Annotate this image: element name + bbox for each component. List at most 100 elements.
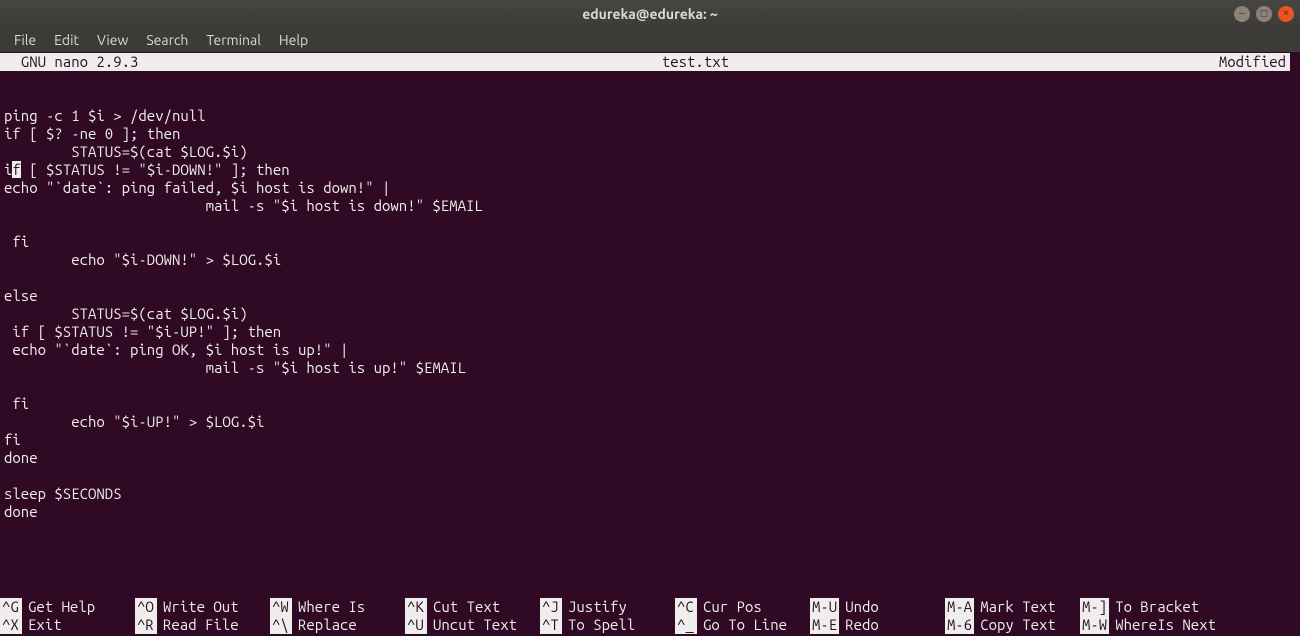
window-title: edureka@edureka: ~: [8, 5, 1292, 23]
shortcut-label: Where Is: [292, 598, 365, 616]
shortcut-get-help: ^GGet Help: [0, 598, 135, 616]
editor-line: done: [4, 503, 1296, 521]
shortcut-justify: ^JJustify: [540, 598, 675, 616]
editor-line: mail -s "$i host is up!" $EMAIL: [4, 359, 1296, 377]
editor-line: sleep $SECONDS: [4, 485, 1296, 503]
shortcut-redo: M-ERedo: [810, 616, 945, 634]
menu-item-file[interactable]: File: [6, 29, 44, 51]
shortcut-label: Go To Line: [697, 616, 787, 634]
editor-line: echo "$i-UP!" > $LOG.$i: [4, 413, 1296, 431]
shortcut-label: Replace: [292, 616, 357, 634]
shortcut-undo: M-UUndo: [810, 598, 945, 616]
shortcut-key: ^R: [135, 616, 157, 634]
minimize-button[interactable]: –: [1234, 6, 1250, 22]
shortcut-go-to-line: ^_Go To Line: [675, 616, 810, 634]
nano-header-spacer: [176, 53, 658, 71]
shortcut-label: Justify: [562, 598, 627, 616]
shortcut-to-spell: ^TTo Spell: [540, 616, 675, 634]
editor-line: echo "`date`: ping failed, $i host is do…: [4, 179, 1296, 197]
editor-line: [4, 467, 1296, 485]
editor-line: echo "`date`: ping OK, $i host is up!" |: [4, 341, 1296, 359]
editor-line: [4, 269, 1296, 287]
shortcut-label: Uncut Text: [427, 616, 517, 634]
shortcut-key: M-6: [945, 616, 974, 634]
shortcut-to-bracket: M-]To Bracket: [1080, 598, 1199, 616]
shortcut-key: M-A: [945, 598, 974, 616]
editor-line: fi: [4, 395, 1296, 413]
text-cursor: f: [12, 161, 20, 178]
nano-version: GNU nano 2.9.3: [0, 53, 176, 71]
shortcut-uncut-text: ^UUncut Text: [405, 616, 540, 634]
shortcut-replace: ^\Replace: [270, 616, 405, 634]
shortcut-label: WhereIs Next: [1109, 616, 1216, 634]
nano-filename: test.txt: [658, 53, 733, 71]
nano-shortcut-bar: ^GGet Help^OWrite Out^WWhere Is^KCut Tex…: [0, 598, 1300, 636]
editor-line: [4, 71, 1296, 89]
shortcut-label: Redo: [839, 616, 879, 634]
editor-line: fi: [4, 431, 1296, 449]
editor-line: else: [4, 287, 1296, 305]
nano-header-spacer: [733, 53, 1215, 71]
shortcut-label: Mark Text: [974, 598, 1056, 616]
shortcut-key: ^X: [0, 616, 22, 634]
nano-header-bar: GNU nano 2.9.3 test.txt Modified: [0, 52, 1300, 71]
editor-line: if [ $STATUS != "$i-DOWN!" ]; then: [4, 161, 1296, 179]
shortcut-exit: ^XExit: [0, 616, 135, 634]
shortcut-label: Exit: [22, 616, 62, 634]
shortcut-cur-pos: ^CCur Pos: [675, 598, 810, 616]
editor-line: done: [4, 449, 1296, 467]
shortcut-key: M-U: [810, 598, 839, 616]
shortcut-whereis-next: M-WWhereIs Next: [1080, 616, 1216, 634]
close-button[interactable]: ×: [1278, 6, 1294, 22]
editor-line: echo "$i-DOWN!" > $LOG.$i: [4, 251, 1296, 269]
menu-item-help[interactable]: Help: [271, 29, 316, 51]
shortcut-label: Copy Text: [974, 616, 1056, 634]
editor-line: [4, 89, 1296, 107]
editor-line: STATUS=$(cat $LOG.$i): [4, 305, 1296, 323]
editor-line: fi: [4, 233, 1296, 251]
shortcut-label: Write Out: [157, 598, 239, 616]
shortcut-label: Cut Text: [427, 598, 500, 616]
menu-item-terminal[interactable]: Terminal: [198, 29, 269, 51]
shortcut-key: ^C: [675, 598, 697, 616]
shortcut-key: M-W: [1080, 616, 1109, 634]
window-titlebar: edureka@edureka: ~ – ◻ ×: [0, 0, 1300, 28]
shortcut-cut-text: ^KCut Text: [405, 598, 540, 616]
shortcut-key: ^G: [0, 598, 22, 616]
shortcut-key: ^J: [540, 598, 562, 616]
shortcut-label: Undo: [839, 598, 879, 616]
shortcut-key: M-E: [810, 616, 839, 634]
nano-modified-indicator: Modified: [1215, 53, 1290, 71]
shortcut-label: To Spell: [562, 616, 635, 634]
shortcut-row-1: ^GGet Help^OWrite Out^WWhere Is^KCut Tex…: [0, 598, 1300, 616]
menubar: FileEditViewSearchTerminalHelp: [0, 28, 1300, 52]
shortcut-key: ^W: [270, 598, 292, 616]
maximize-button[interactable]: ◻: [1256, 6, 1272, 22]
shortcut-read-file: ^RRead File: [135, 616, 270, 634]
shortcut-write-out: ^OWrite Out: [135, 598, 270, 616]
editor-line: [4, 377, 1296, 395]
menu-item-search[interactable]: Search: [138, 29, 196, 51]
shortcut-label: Get Help: [22, 598, 95, 616]
editor-line: mail -s "$i host is down!" $EMAIL: [4, 197, 1296, 215]
editor-line: if [ $STATUS != "$i-UP!" ]; then: [4, 323, 1296, 341]
shortcut-copy-text: M-6Copy Text: [945, 616, 1080, 634]
editor-content[interactable]: ping -c 1 $i > /dev/nullif [ $? -ne 0 ];…: [0, 71, 1300, 598]
window-controls: – ◻ ×: [1234, 6, 1294, 22]
editor-line: [4, 215, 1296, 233]
shortcut-key: M-]: [1080, 598, 1109, 616]
shortcut-label: Cur Pos: [697, 598, 762, 616]
shortcut-mark-text: M-AMark Text: [945, 598, 1080, 616]
shortcut-key: ^U: [405, 616, 427, 634]
editor-line: if [ $? -ne 0 ]; then: [4, 125, 1296, 143]
shortcut-row-2: ^XExit^RRead File^\Replace^UUncut Text^T…: [0, 616, 1300, 634]
shortcut-key: ^_: [675, 616, 697, 634]
editor-line: STATUS=$(cat $LOG.$i): [4, 143, 1296, 161]
shortcut-key: ^\: [270, 616, 292, 634]
menu-item-view[interactable]: View: [89, 29, 136, 51]
shortcut-key: ^O: [135, 598, 157, 616]
shortcut-key: ^T: [540, 616, 562, 634]
menu-item-edit[interactable]: Edit: [46, 29, 87, 51]
shortcut-key: ^K: [405, 598, 427, 616]
editor-line: ping -c 1 $i > /dev/null: [4, 107, 1296, 125]
